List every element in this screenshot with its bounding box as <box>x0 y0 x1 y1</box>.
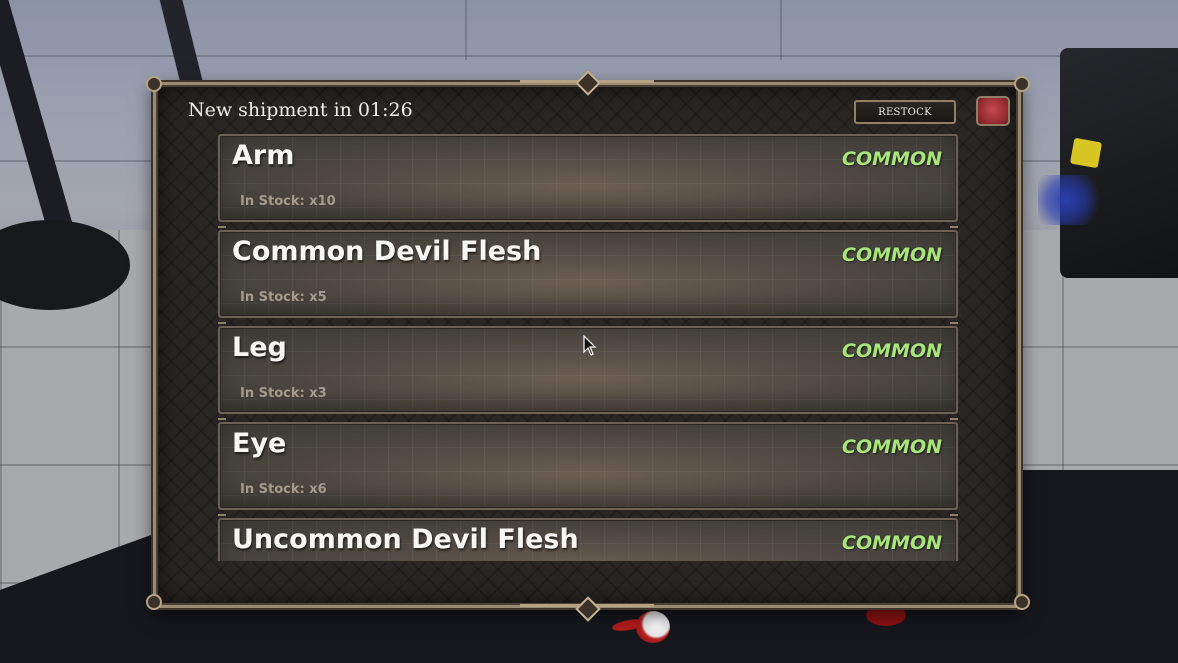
eyeball-object <box>636 611 670 643</box>
rarity-label: COMMON <box>842 340 942 362</box>
graffiti <box>1038 175 1108 225</box>
rarity-label: COMMON <box>842 532 942 554</box>
top-ornament <box>575 70 599 94</box>
stock-count: In Stock: x6 <box>240 482 327 497</box>
list-item[interactable]: Uncommon Devil Flesh COMMON <box>218 514 958 561</box>
list-item[interactable]: Arm COMMON In Stock: x10 <box>218 134 958 222</box>
panel-corner <box>146 594 162 610</box>
stock-count: In Stock: x5 <box>240 290 327 305</box>
wall-seam <box>465 0 467 60</box>
wall-seam <box>780 0 782 60</box>
item-name: Eye <box>232 428 287 459</box>
shipment-timer: New shipment in 01:26 <box>188 99 413 121</box>
rarity-label: COMMON <box>842 436 942 458</box>
panel-corner <box>1014 594 1030 610</box>
yellow-tag <box>1069 137 1103 169</box>
bottom-ornament <box>575 596 599 620</box>
item-name: Common Devil Flesh <box>232 236 542 267</box>
restock-button[interactable]: RESTOCK <box>854 100 956 124</box>
close-button[interactable] <box>976 96 1010 126</box>
item-name: Uncommon Devil Flesh <box>232 524 579 555</box>
item-name: Leg <box>232 332 287 363</box>
stock-count: In Stock: x10 <box>240 194 336 209</box>
panel-corner <box>1014 76 1030 92</box>
list-item[interactable]: Eye COMMON In Stock: x6 <box>218 418 958 510</box>
panel-corner <box>146 76 162 92</box>
item-name: Arm <box>232 140 295 171</box>
rarity-label: COMMON <box>842 148 942 170</box>
rarity-label: COMMON <box>842 244 942 266</box>
stock-count: In Stock: x3 <box>240 386 327 401</box>
list-item[interactable]: Common Devil Flesh COMMON In Stock: x5 <box>218 226 958 318</box>
mouse-cursor-icon <box>583 335 597 356</box>
